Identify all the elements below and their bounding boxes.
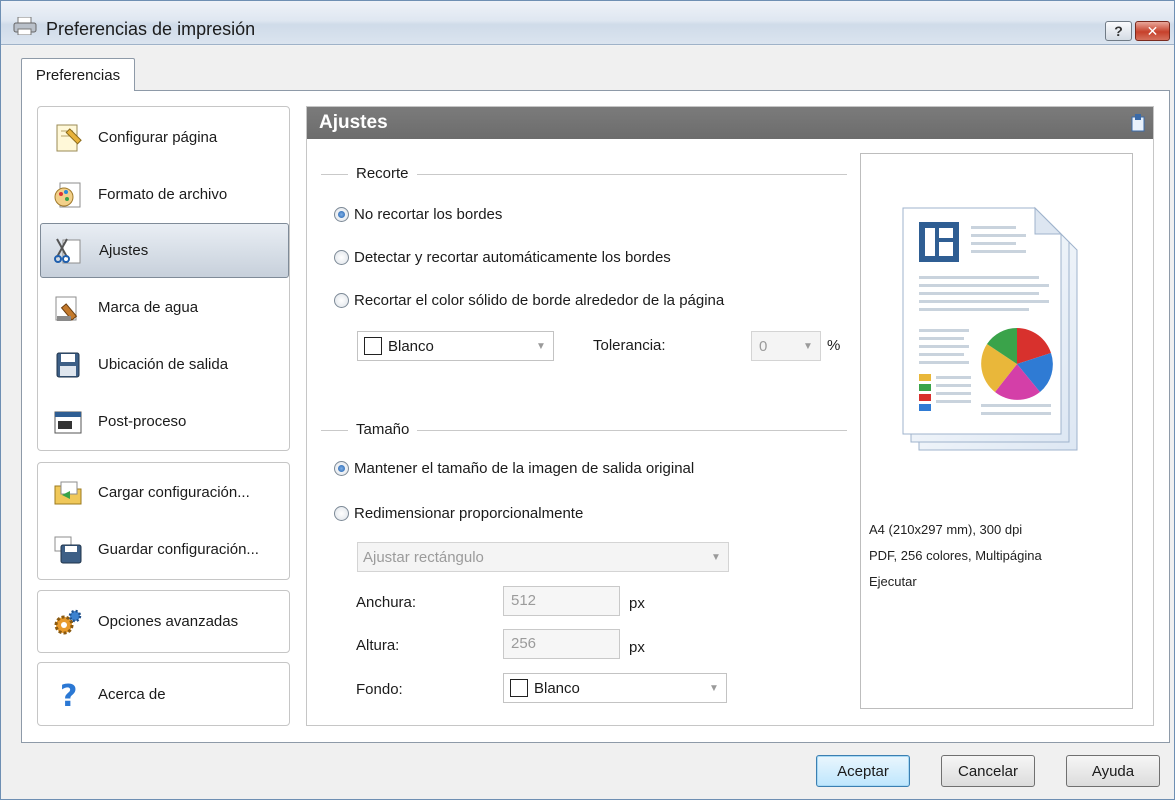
chevron-down-icon: ▼ [803,340,813,352]
select-value: 0 [759,337,768,355]
width-input[interactable]: 512 [503,586,620,616]
load-config-icon [54,481,82,504]
color-swatch [510,679,528,697]
width-label: Anchura: [356,594,417,611]
help-icon: ? [60,679,77,711]
radio-indicator [334,461,349,476]
nav-group-about: ? Acerca de [37,662,290,726]
tab-preferencias[interactable]: Preferencias [21,58,135,91]
nav-label: Guardar configuración... [98,541,259,558]
select-value: Ajustar rectángulo [363,548,484,566]
chevron-down-icon: ▼ [711,551,721,563]
nav-item-ajustes[interactable]: Ajustes [40,223,289,278]
close-icon: ✕ [1146,22,1159,39]
radio-label: No recortar los bordes [354,206,503,223]
crop-group-label: Recorte [348,165,417,182]
nav-label: Ajustes [99,242,149,259]
preview-info-format: PDF, 256 colores, Multipágina [869,548,1042,563]
radio-indicator [334,506,349,521]
nav-item-opciones-avanzadas[interactable]: Opciones avanzadas [40,594,289,649]
nav-item-acerca-de[interactable]: ? Acerca de [40,667,289,722]
document-preview-image [902,206,1078,451]
radio-label: Recortar el color sólido de borde alrede… [354,292,725,309]
preview-info-action: Ejecutar [869,574,917,589]
save-location-icon [56,352,80,377]
nav-item-marca-agua[interactable]: Marca de agua [40,280,289,335]
nav-group-main: Configurar página Formato de archivo Aju… [37,106,290,451]
radio-label: Redimensionar proporcionalmente [354,505,584,522]
dialog-client: Preferencias Configurar página Formato d… [1,46,1174,799]
select-value: Blanco [534,679,580,697]
select-value: Blanco [388,337,434,355]
fit-mode-select[interactable]: Ajustar rectángulo ▼ [357,542,729,572]
ok-button[interactable]: Aceptar [816,755,910,787]
adjustments-icon [54,238,81,263]
post-process-icon [54,411,82,433]
page-setup-icon [56,124,82,151]
question-icon: ? [1114,23,1123,39]
tolerance-label: Tolerancia: [593,337,666,354]
print-preferences-window: Preferencias de impresión ? ✕ Preferenci… [0,0,1175,800]
close-button[interactable]: ✕ [1135,21,1170,41]
background-select[interactable]: Blanco ▼ [503,673,727,703]
window-title: Preferencias de impresión [46,19,256,39]
chevron-down-icon: ▼ [536,340,546,352]
nav-label: Opciones avanzadas [98,613,239,630]
nav-item-formato-archivo[interactable]: Formato de archivo [40,167,289,222]
radio-label: Detectar y recortar automáticamente los … [354,249,671,266]
nav-label: Formato de archivo [98,186,228,203]
printer-icon [13,17,37,35]
height-unit: px [629,639,645,656]
crop-color-select[interactable]: Blanco ▼ [357,331,554,361]
gears-icon [54,609,82,634]
document-info-icon[interactable] [1131,114,1145,132]
nav-group-advanced: Opciones avanzadas [37,590,290,653]
ajustes-section: Ajustes Recorte No recortar los bordes D… [306,106,1154,726]
title-bar: Preferencias de impresión ? ✕ [1,1,1174,45]
radio-detectar-recortar[interactable]: Detectar y recortar automáticamente los … [334,249,671,266]
preview-info-size: A4 (210x297 mm), 300 dpi [869,522,1023,537]
nav-item-post-proceso[interactable]: Post-proceso [40,394,289,449]
help-button[interactable]: Ayuda [1066,755,1160,787]
preview-pane: A4 (210x297 mm), 300 dpi PDF, 256 colore… [860,153,1133,709]
nav-label: Cargar configuración... [98,484,250,501]
nav-label: Configurar página [98,129,218,146]
height-input[interactable]: 256 [503,629,620,659]
nav-label: Marca de agua [98,299,199,316]
nav-label: Acerca de [98,686,166,703]
radio-indicator [334,207,349,222]
color-swatch [364,337,382,355]
nav-item-ubicacion-salida[interactable]: Ubicación de salida [40,337,289,392]
nav-group-config: Cargar configuración... Guardar configur… [37,462,290,580]
help-title-button[interactable]: ? [1105,21,1132,41]
cancel-button[interactable]: Cancelar [941,755,1035,787]
height-label: Altura: [356,637,400,654]
tolerance-select[interactable]: 0 ▼ [751,331,821,361]
radio-label: Mantener el tamaño de la imagen de salid… [354,460,695,477]
radio-no-recortar[interactable]: No recortar los bordes [334,206,502,223]
nav-label: Ubicación de salida [98,356,229,373]
nav-label: Post-proceso [98,413,187,430]
background-label: Fondo: [356,681,403,698]
size-group-label: Tamaño [348,421,418,438]
width-unit: px [629,595,645,612]
nav-item-cargar-configuracion[interactable]: Cargar configuración... [40,465,289,520]
radio-recortar-color[interactable]: Recortar el color sólido de borde alrede… [334,292,724,309]
save-config-icon [54,536,82,563]
file-format-icon [54,182,81,207]
tab-panel: Configurar página Formato de archivo Aju… [21,90,1170,743]
radio-indicator [334,293,349,308]
chevron-down-icon: ▼ [709,682,719,694]
svg-text:?: ? [60,679,77,711]
radio-mantener-tamano[interactable]: Mantener el tamaño de la imagen de salid… [334,460,694,477]
radio-indicator [334,250,349,265]
watermark-icon [55,296,78,321]
tolerance-unit: % [827,337,841,354]
nav-item-configurar-pagina[interactable]: Configurar página [40,110,289,165]
nav-item-guardar-configuracion[interactable]: Guardar configuración... [40,522,289,577]
section-header: Ajustes [307,107,1153,139]
section-title: Ajustes [319,112,388,133]
radio-redimensionar[interactable]: Redimensionar proporcionalmente [334,505,583,522]
